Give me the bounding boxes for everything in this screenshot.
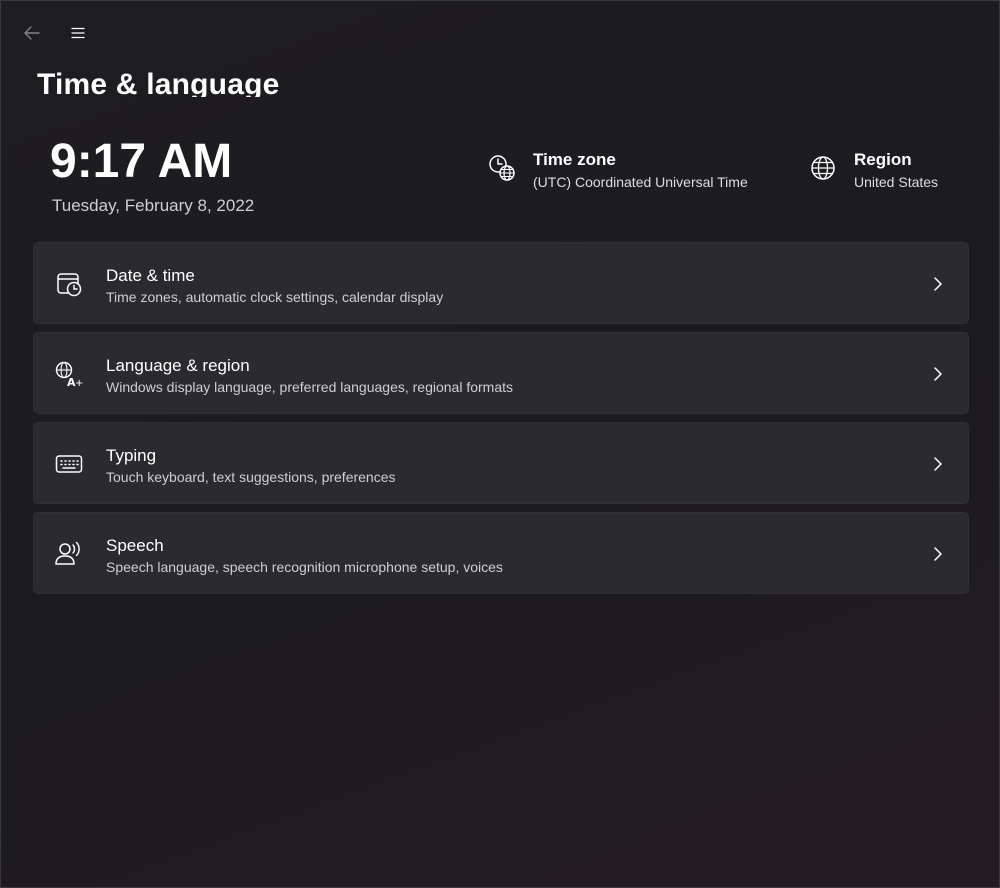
card-language-region[interactable]: A + Language & region Windows display la…	[33, 332, 969, 414]
title-bar	[1, 1, 999, 63]
language-icon: A +	[54, 360, 84, 388]
card-title: Typing	[106, 446, 157, 465]
keyboard-icon	[54, 450, 84, 478]
time-zone-info[interactable]: Time zone (UTC) Coordinated Universal Ti…	[487, 149, 748, 193]
back-arrow-icon	[24, 26, 40, 40]
card-title: Language & region	[106, 356, 250, 375]
card-title: Date & time	[106, 266, 195, 285]
navigation-menu-button[interactable]	[63, 20, 93, 46]
card-subtitle: Time zones, automatic clock settings, ca…	[106, 289, 444, 305]
card-title: Speech	[106, 536, 164, 555]
region-info[interactable]: Region United States	[808, 149, 938, 193]
back-button[interactable]	[15, 20, 49, 46]
time-zone-title: Time zone	[533, 150, 616, 169]
chevron-right-icon	[928, 544, 948, 564]
card-typing[interactable]: Typing Touch keyboard, text suggestions,…	[33, 422, 969, 504]
svg-text:+: +	[75, 378, 83, 388]
chevron-right-icon	[928, 364, 948, 384]
current-time: 9:17 AM	[50, 135, 233, 188]
region-value: United States	[854, 174, 939, 190]
current-date: Tuesday, February 8, 2022	[52, 196, 255, 215]
calendar-clock-icon	[54, 270, 84, 298]
hamburger-menu-icon	[71, 27, 85, 39]
region-title: Region	[854, 150, 912, 169]
time-zone-value: (UTC) Coordinated Universal Time	[533, 174, 748, 190]
speech-icon	[54, 540, 84, 568]
chevron-right-icon	[928, 274, 948, 294]
globe-icon	[808, 153, 838, 183]
settings-window: Time & language 9:17 AM Tuesday, Februar…	[0, 0, 1000, 888]
settings-list: Date & time Time zones, automatic clock …	[33, 242, 969, 602]
card-subtitle: Speech language, speech recognition micr…	[106, 559, 503, 575]
page-title: Time & language	[37, 68, 280, 97]
chevron-right-icon	[928, 454, 948, 474]
clock-globe-icon	[487, 153, 517, 183]
card-subtitle: Windows display language, preferred lang…	[106, 379, 514, 395]
card-date-time[interactable]: Date & time Time zones, automatic clock …	[33, 242, 969, 324]
card-speech[interactable]: Speech Speech language, speech recogniti…	[33, 512, 969, 594]
card-subtitle: Touch keyboard, text suggestions, prefer…	[106, 469, 396, 485]
